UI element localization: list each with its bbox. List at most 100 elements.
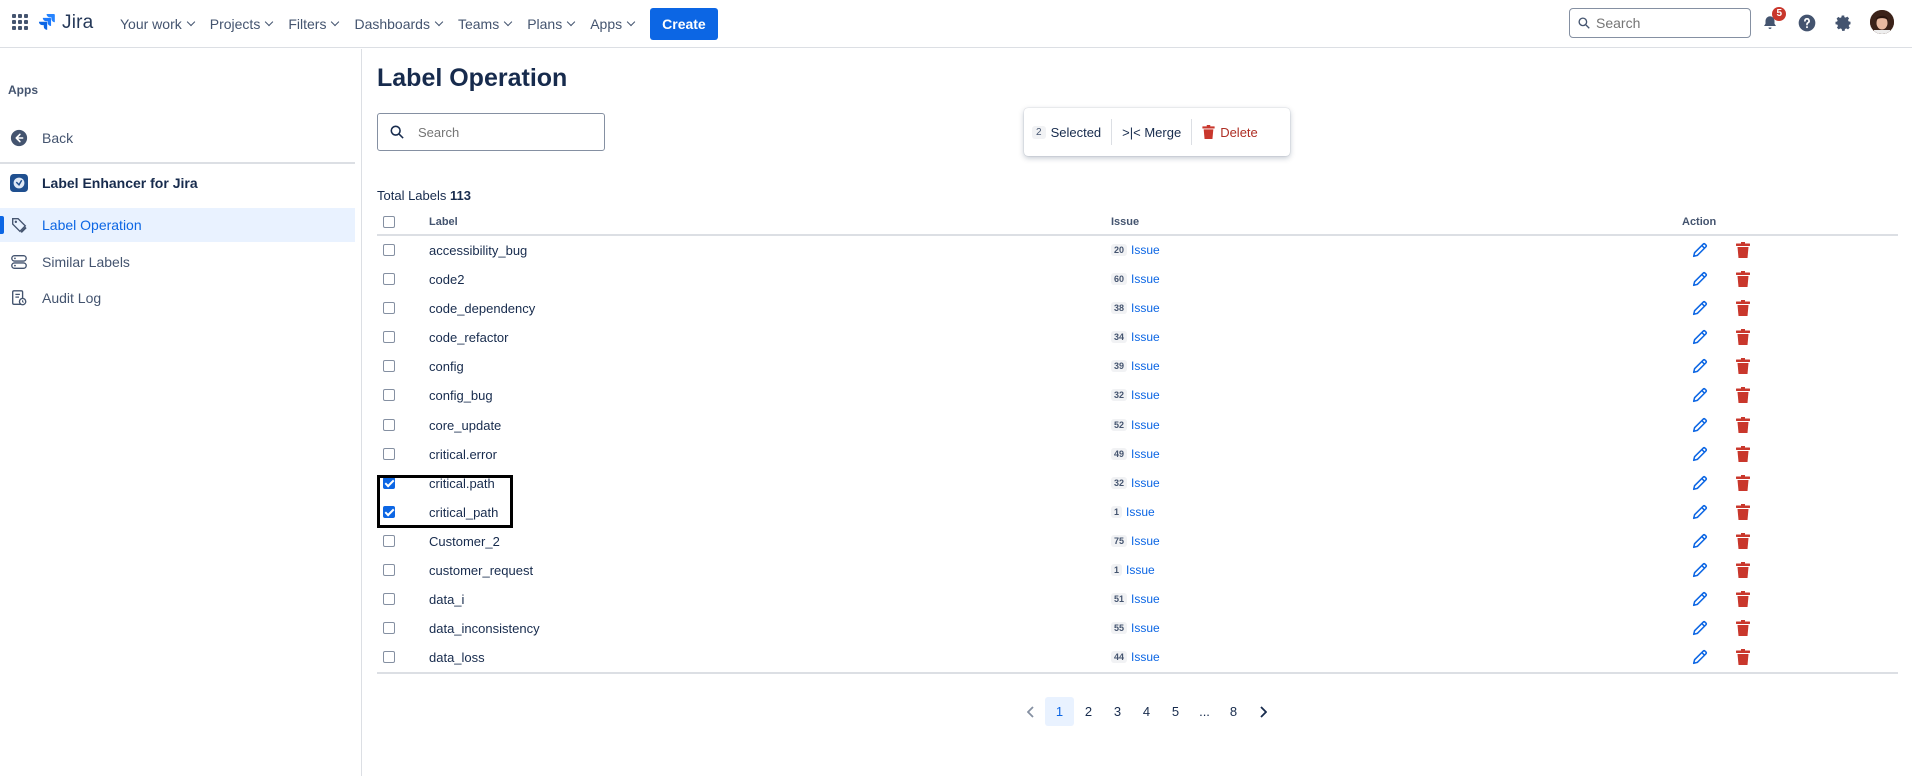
issue-link[interactable]: Issue: [1131, 447, 1160, 461]
settings-button[interactable]: [1831, 11, 1855, 35]
trash-icon[interactable]: [1736, 503, 1750, 523]
create-button[interactable]: Create: [650, 8, 718, 40]
page-button[interactable]: 5: [1161, 697, 1190, 726]
row-checkbox[interactable]: [383, 389, 395, 402]
row-checkbox[interactable]: [383, 360, 395, 373]
edit-pencil-icon[interactable]: [1691, 532, 1709, 553]
trash-icon[interactable]: [1736, 620, 1750, 639]
trash-icon[interactable]: [1736, 532, 1750, 552]
trash-icon[interactable]: [1736, 300, 1750, 319]
row-checkbox[interactable]: [383, 244, 395, 256]
issue-link[interactable]: Issue: [1126, 505, 1155, 519]
edit-pencil-icon[interactable]: [1691, 590, 1709, 611]
page-list: 1 2 3 4 5... 8: [1045, 697, 1248, 726]
edit-pencil-icon[interactable]: [1691, 503, 1709, 524]
label-name: core_update: [429, 417, 502, 433]
trash-icon[interactable]: [1736, 242, 1750, 261]
issue-link[interactable]: Issue: [1131, 301, 1160, 315]
label-search-input[interactable]: [418, 124, 598, 140]
edit-pencil-icon[interactable]: [1691, 270, 1709, 291]
row-checkbox[interactable]: [383, 622, 395, 635]
issue-link[interactable]: Issue: [1131, 534, 1160, 548]
trash-icon[interactable]: [1736, 271, 1750, 290]
row-checkbox[interactable]: [383, 505, 395, 518]
edit-pencil-icon[interactable]: [1691, 357, 1709, 378]
row-checkbox[interactable]: [383, 418, 395, 431]
edit-pencil-icon[interactable]: [1691, 561, 1709, 582]
table-row: core_update 52 Issue: [377, 411, 1898, 440]
merge-button[interactable]: >|< Merge: [1122, 125, 1181, 140]
issue-link[interactable]: Issue: [1126, 563, 1155, 577]
nav-projects[interactable]: Projects: [202, 8, 281, 40]
row-checkbox[interactable]: [383, 302, 395, 315]
issue-link[interactable]: Issue: [1131, 418, 1160, 432]
sidebar-back[interactable]: Back: [0, 121, 355, 155]
row-checkbox[interactable]: [383, 593, 395, 606]
app-switcher-icon[interactable]: [12, 14, 28, 30]
edit-pencil-icon[interactable]: [1691, 299, 1709, 320]
next-page-button[interactable]: [1248, 697, 1277, 726]
edit-pencil-icon[interactable]: [1691, 474, 1709, 495]
notifications-button[interactable]: 5: [1758, 7, 1786, 35]
global-search-input[interactable]: [1596, 15, 1736, 31]
nav-dashboards[interactable]: Dashboards: [346, 8, 450, 40]
row-checkbox[interactable]: [383, 651, 395, 664]
issue-link[interactable]: Issue: [1131, 359, 1160, 373]
issue-link[interactable]: Issue: [1131, 592, 1160, 606]
help-button[interactable]: [1795, 11, 1819, 35]
nav-apps[interactable]: Apps: [582, 8, 642, 40]
page-button[interactable]: 8: [1219, 697, 1248, 726]
trash-icon[interactable]: [1736, 387, 1750, 406]
sidebar-item-similar-labels[interactable]: Similar Labels: [0, 245, 355, 279]
sidebar-item-label-operation[interactable]: Label Operation: [0, 208, 355, 242]
issue-link[interactable]: Issue: [1131, 388, 1160, 402]
page-button[interactable]: 1: [1045, 697, 1074, 726]
bulk-delete-button[interactable]: Delete: [1202, 125, 1258, 140]
trash-icon[interactable]: [1736, 649, 1750, 668]
row-checkbox[interactable]: [383, 331, 395, 344]
nav-your-work[interactable]: Your work: [112, 8, 202, 40]
edit-pencil-icon[interactable]: [1691, 241, 1709, 262]
row-checkbox[interactable]: [383, 476, 395, 489]
table-row: accessibility_bug 20 Issue: [377, 236, 1898, 265]
page-button[interactable]: 4: [1132, 697, 1161, 726]
row-checkbox[interactable]: [383, 273, 395, 286]
issue-link[interactable]: Issue: [1131, 650, 1160, 664]
page-button[interactable]: 2: [1074, 697, 1103, 726]
chevron-down-icon: [626, 17, 636, 27]
nav-teams[interactable]: Teams: [450, 8, 519, 40]
nav-label: Your work: [120, 16, 182, 32]
issue-link[interactable]: Issue: [1131, 476, 1160, 490]
label-search[interactable]: [377, 113, 605, 151]
page-button[interactable]: 3: [1103, 697, 1132, 726]
global-search[interactable]: [1569, 8, 1751, 38]
row-checkbox[interactable]: [383, 447, 395, 460]
table-header: Label Issue Action: [377, 210, 1898, 236]
trash-icon[interactable]: [1736, 445, 1750, 465]
issue-link[interactable]: Issue: [1131, 243, 1160, 257]
select-all-checkbox[interactable]: [383, 216, 395, 228]
trash-icon[interactable]: [1736, 474, 1750, 494]
row-checkbox[interactable]: [383, 534, 395, 547]
prev-page-button[interactable]: [1016, 697, 1045, 726]
issue-link[interactable]: Issue: [1131, 621, 1160, 635]
sidebar-item-audit-log[interactable]: Audit Log: [0, 281, 355, 315]
edit-pencil-icon[interactable]: [1691, 619, 1709, 640]
user-avatar[interactable]: [1870, 10, 1894, 34]
trash-icon[interactable]: [1736, 416, 1750, 436]
trash-icon[interactable]: [1736, 591, 1750, 610]
nav-filters[interactable]: Filters: [280, 8, 346, 40]
edit-pencil-icon[interactable]: [1691, 386, 1709, 407]
edit-pencil-icon[interactable]: [1691, 648, 1709, 669]
edit-pencil-icon[interactable]: [1691, 328, 1709, 349]
issue-link[interactable]: Issue: [1131, 330, 1160, 344]
edit-pencil-icon[interactable]: [1691, 445, 1709, 466]
trash-icon[interactable]: [1736, 358, 1750, 377]
row-checkbox[interactable]: [383, 564, 395, 577]
trash-icon[interactable]: [1736, 329, 1750, 348]
issue-link[interactable]: Issue: [1131, 272, 1160, 286]
jira-logo[interactable]: Jira: [38, 12, 93, 34]
nav-plans[interactable]: Plans: [519, 8, 582, 40]
trash-icon[interactable]: [1736, 562, 1750, 581]
edit-pencil-icon[interactable]: [1691, 416, 1709, 437]
